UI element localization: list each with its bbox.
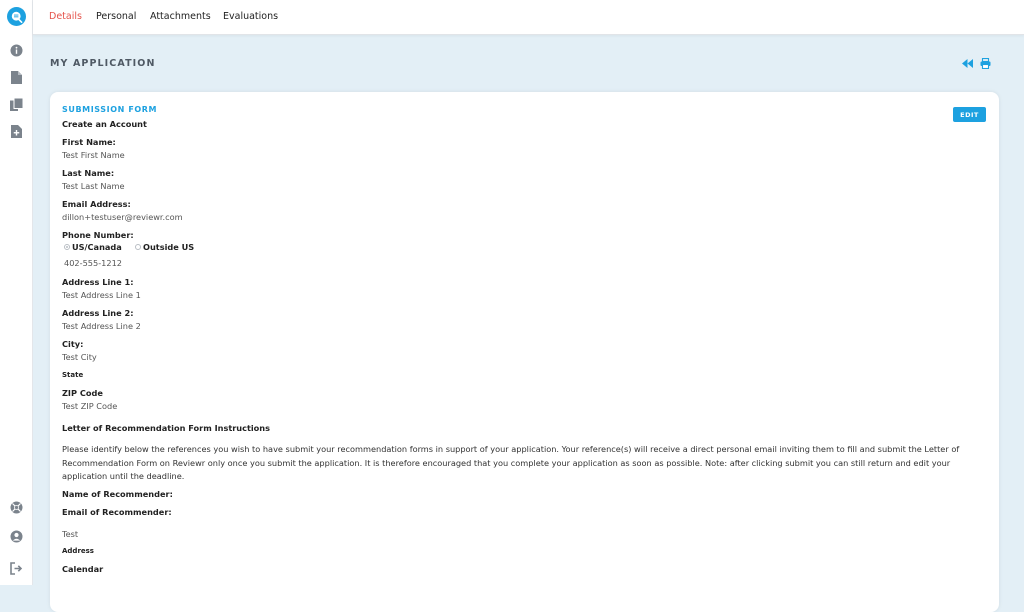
email-value: dillon+testuser@reviewr.com (62, 212, 183, 222)
phone-label: Phone Number: (62, 230, 134, 240)
logout-icon[interactable] (9, 561, 24, 576)
print-icon[interactable] (979, 57, 991, 69)
test-value: Test (62, 529, 79, 539)
create-account-heading: Create an Account (62, 119, 147, 129)
user-icon[interactable] (9, 529, 24, 544)
recommender-email-label: Email of Recommender: (62, 507, 172, 517)
phone-option-us[interactable]: US/Canada (64, 242, 122, 252)
phone-value: 402-555-1212 (64, 258, 123, 268)
rewind-icon[interactable] (961, 57, 973, 69)
lor-instructions: Please identify below the references you… (62, 444, 960, 481)
phone-option-outside[interactable]: Outside US (135, 242, 194, 252)
section-title: SUBMISSION FORM (62, 105, 158, 114)
phone-option-outside-label: Outside US (143, 242, 195, 252)
calendar-label: Calendar (62, 564, 104, 574)
address2-value: Test Address Line 2 (62, 321, 141, 331)
zip-value: Test ZIP Code (62, 401, 118, 411)
tab-bar: Details Personal Attachments Evaluations (33, 0, 1024, 35)
state-label: State (62, 371, 84, 379)
radio-outside-icon[interactable] (135, 243, 141, 250)
add-document-icon[interactable] (9, 124, 24, 139)
tab-personal[interactable]: Personal (96, 11, 136, 22)
email-label: Email Address: (62, 199, 131, 209)
tab-attachments[interactable]: Attachments (150, 11, 211, 22)
tab-details[interactable]: Details (49, 11, 82, 22)
address1-value: Test Address Line 1 (62, 290, 141, 300)
city-label: City: (62, 339, 84, 349)
radio-us-icon[interactable] (64, 243, 70, 250)
info-icon[interactable] (9, 43, 24, 58)
phone-option-us-label: US/Canada (72, 242, 122, 252)
address2-label: Address Line 2: (62, 308, 134, 318)
first-name-value: Test First Name (62, 150, 125, 160)
last-name-value: Test Last Name (62, 181, 125, 191)
first-name-label: First Name: (62, 137, 116, 147)
support-icon[interactable] (9, 500, 24, 515)
city-value: Test City (62, 352, 97, 362)
zip-label: ZIP Code (62, 388, 103, 398)
address1-label: Address Line 1: (62, 277, 134, 287)
submission-form-card (50, 92, 999, 612)
last-name-label: Last Name: (62, 168, 115, 178)
sidebar (0, 0, 33, 585)
page-title: MY APPLICATION (50, 58, 156, 69)
edit-button[interactable]: EDIT (953, 107, 986, 122)
recommender-name-label: Name of Recommender: (62, 489, 173, 499)
lor-heading: Letter of Recommendation Form Instructio… (62, 423, 271, 433)
tab-evaluations[interactable]: Evaluations (223, 11, 278, 22)
document-icon[interactable] (9, 70, 24, 85)
documents-icon[interactable] (9, 97, 24, 112)
address-label: Address (62, 547, 94, 555)
app-logo-icon[interactable] (7, 7, 26, 26)
